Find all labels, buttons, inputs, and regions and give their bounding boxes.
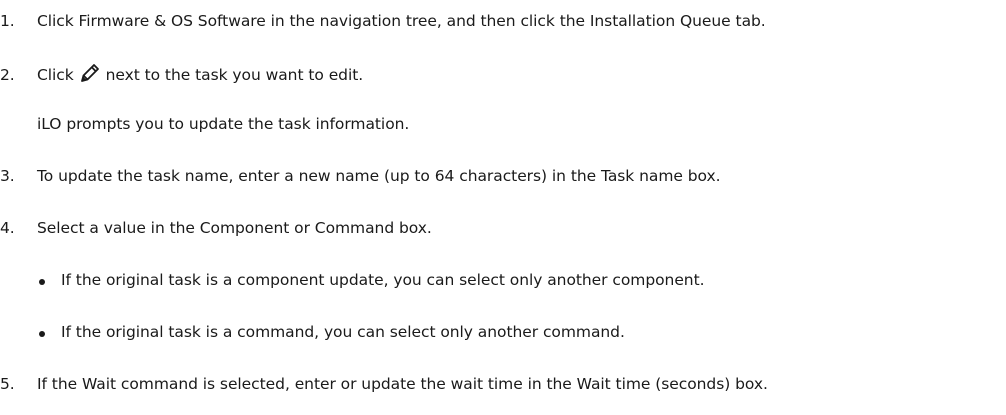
step-text: To update the task name, enter a new nam… bbox=[37, 167, 721, 185]
step-2-note: iLO prompts you to update the task infor… bbox=[37, 115, 409, 133]
bullet-text: If the original task is a command, you c… bbox=[61, 323, 625, 341]
bullet-icon bbox=[39, 279, 45, 285]
step-note-text: iLO prompts you to update the task infor… bbox=[37, 115, 410, 133]
bullet-text: If the original task is a component upda… bbox=[61, 271, 705, 289]
step-text: Click Firmware & OS Software in the navi… bbox=[37, 12, 766, 30]
step-2: 2. Click next to the task you want to edi… bbox=[0, 62, 363, 84]
bullet-icon bbox=[39, 331, 45, 337]
step-number: 3. bbox=[0, 167, 15, 185]
step-number: 5. bbox=[0, 375, 15, 393]
step-text-before-icon: Click bbox=[37, 66, 74, 84]
step-number: 4. bbox=[0, 219, 15, 237]
step-text: If the Wait command is selected, enter o… bbox=[37, 375, 768, 393]
step-5: 5. If the Wait command is selected, enter… bbox=[0, 375, 768, 393]
step-number: 1. bbox=[0, 12, 15, 30]
step-3: 3. To update the task name, enter a new n… bbox=[0, 167, 721, 185]
step-1: 1. Click Firmware & OS Software in the na… bbox=[0, 12, 766, 30]
step-4: 4. Select a value in the Component or Com… bbox=[0, 219, 432, 237]
bullet-item: If the original task is a component upda… bbox=[61, 271, 705, 289]
bullet-item: If the original task is a command, you c… bbox=[61, 323, 625, 341]
step-text: Select a value in the Component or Comma… bbox=[37, 219, 432, 237]
step-text-after-icon: next to the task you want to edit. bbox=[105, 66, 364, 84]
pencil-edit-icon bbox=[79, 62, 101, 84]
step-number: 2. bbox=[0, 66, 15, 84]
